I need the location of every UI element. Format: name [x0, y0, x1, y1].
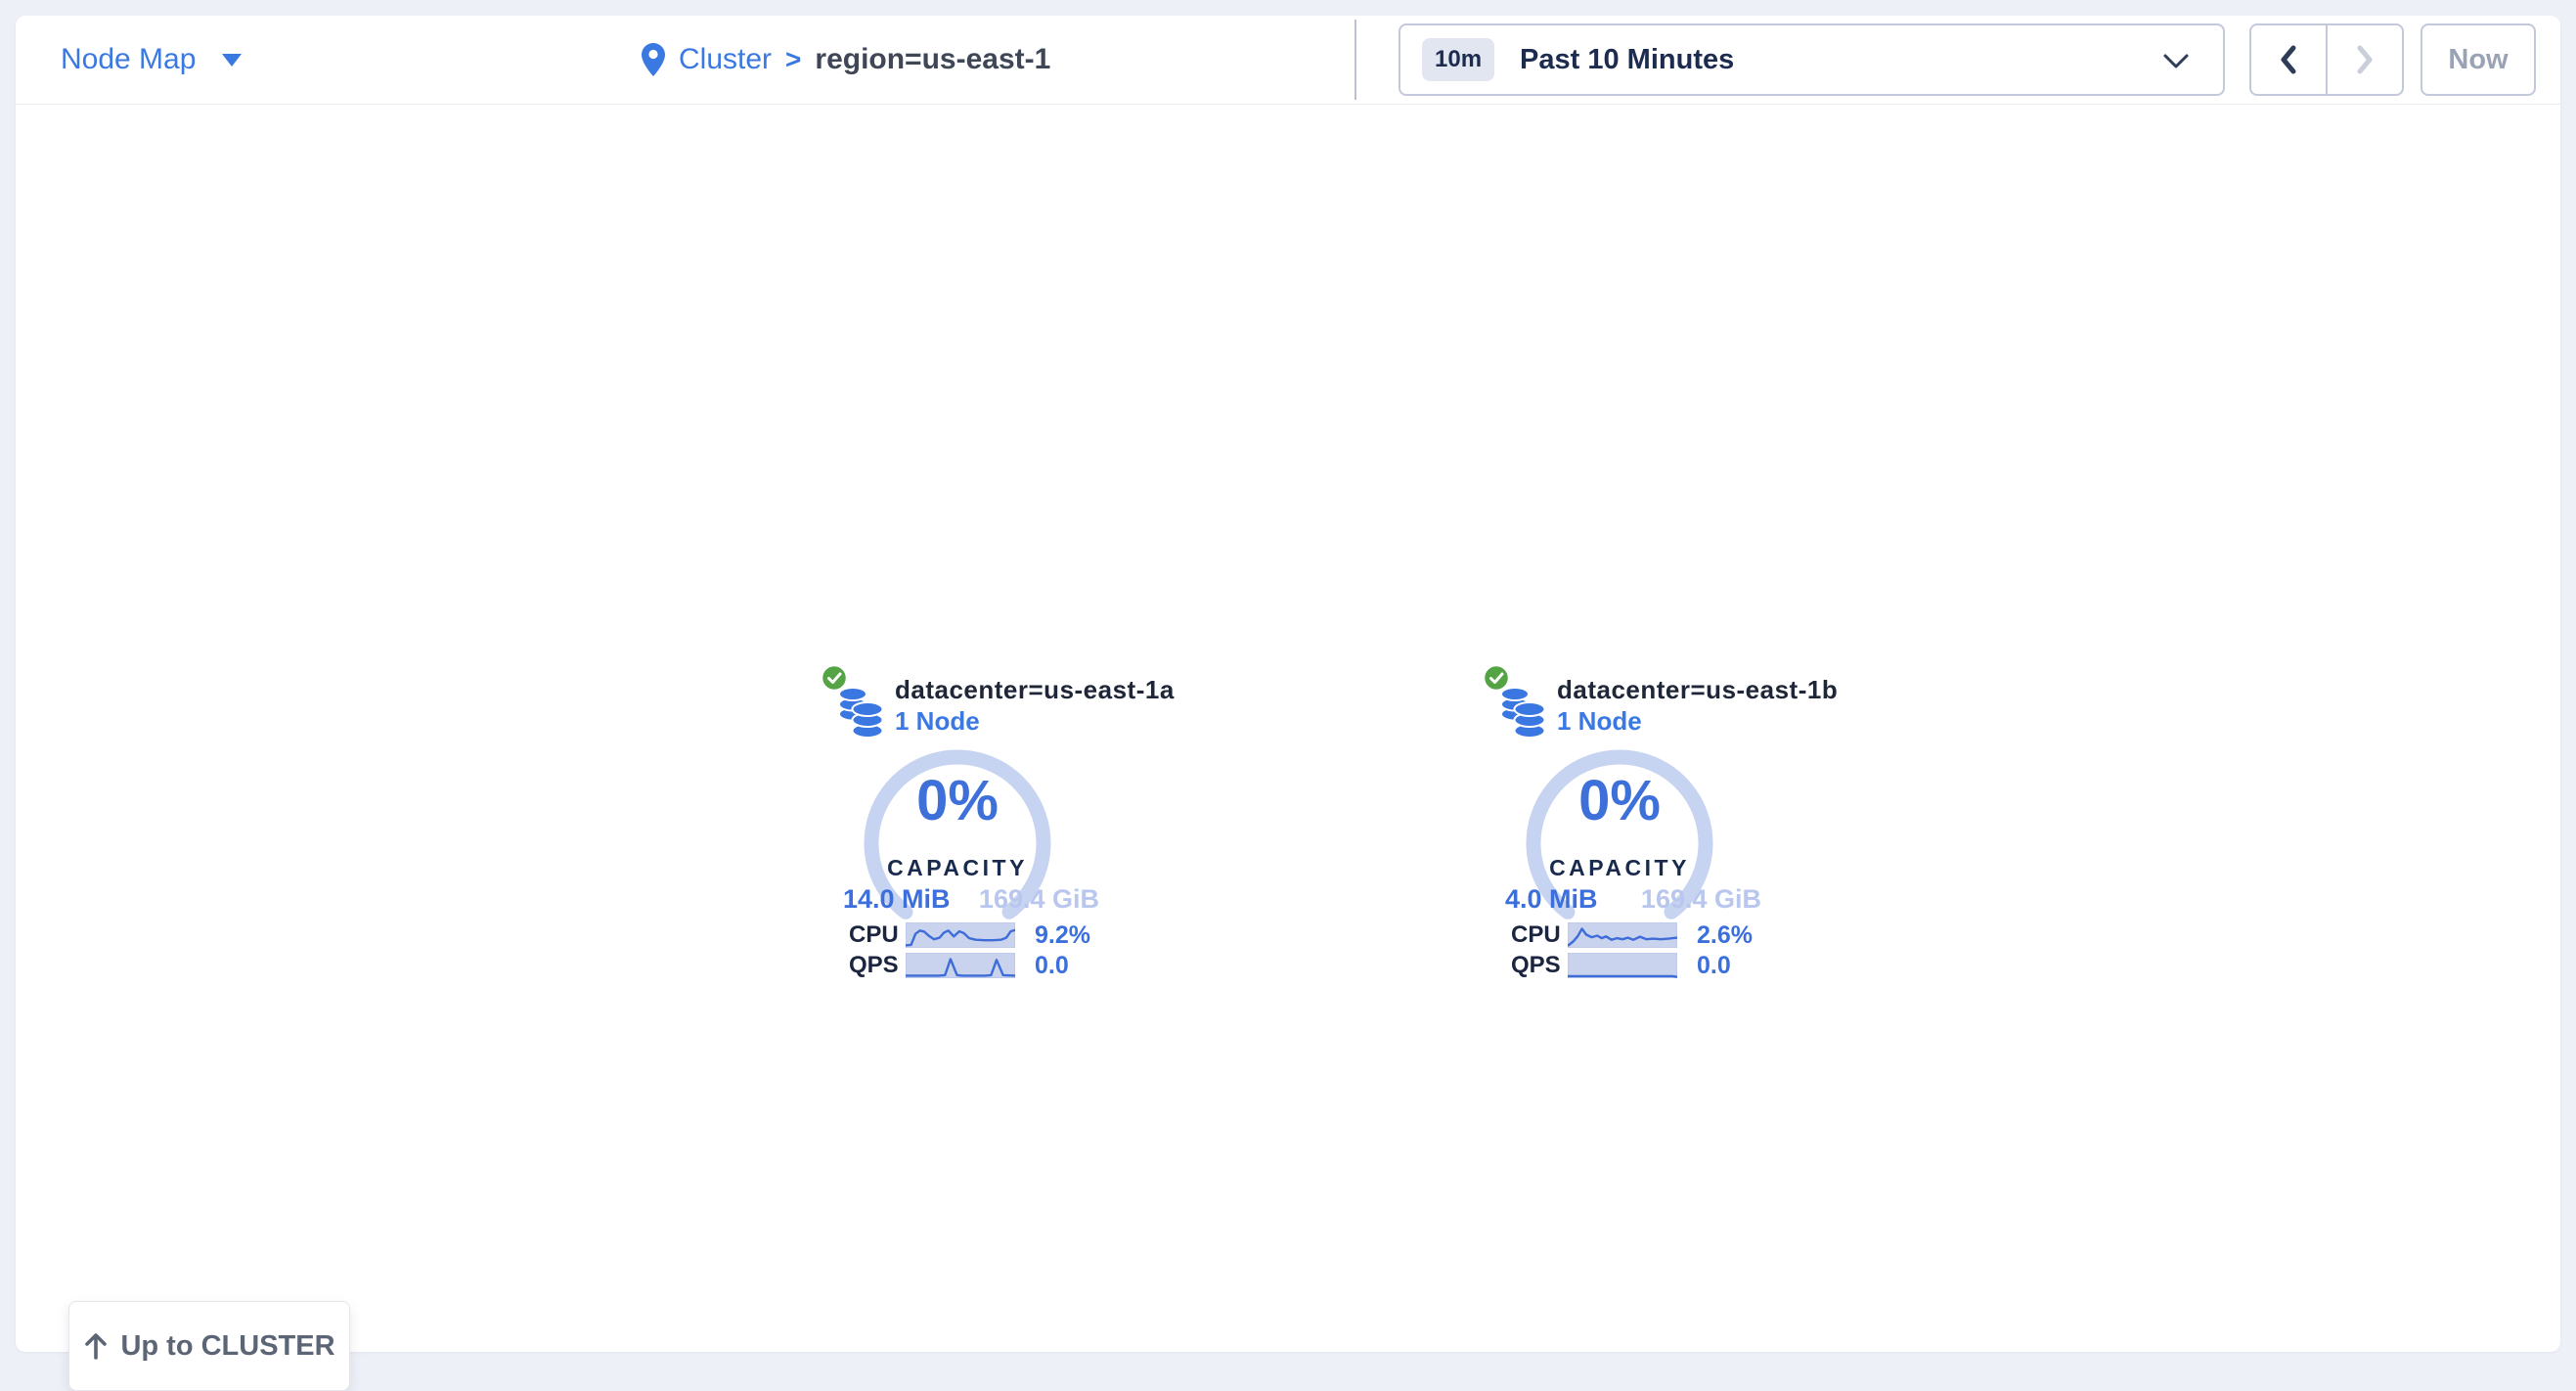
capacity-used: 4.0 MiB	[1505, 884, 1598, 915]
map-area: datacenter=us-east-1a 1 Node 0% CAPACITY…	[16, 106, 2560, 1352]
cpu-label: CPU	[849, 922, 899, 948]
topbar: Node Map Cluster > region=us-east-1 10m …	[16, 16, 2560, 105]
capacity-percent: 0%	[860, 772, 1055, 830]
time-range-label: Past 10 Minutes	[1520, 44, 1734, 76]
cpu-sparkline	[906, 922, 1015, 948]
locality-card-us-east-1b[interactable]: datacenter=us-east-1b 1 Node 0% CAPACITY…	[1482, 663, 1787, 988]
capacity-percent: 0%	[1522, 772, 1717, 830]
qps-label: QPS	[849, 953, 899, 978]
healthy-check-icon	[1482, 663, 1511, 693]
capacity-label: CAPACITY	[1522, 855, 1717, 881]
chevron-right-icon	[2353, 44, 2376, 75]
location-pin-icon	[642, 43, 665, 76]
locality-node-count: 1 Node	[895, 706, 980, 737]
qps-stat-row: QPS 0.0	[1482, 953, 1787, 978]
time-next-button[interactable]	[2326, 25, 2402, 94]
locality-title: datacenter=us-east-1a	[895, 675, 1175, 705]
qps-sparkline	[1568, 953, 1677, 978]
locality-title: datacenter=us-east-1b	[1557, 675, 1838, 705]
cpu-sparkline	[1568, 922, 1677, 948]
breadcrumb-current: region=us-east-1	[815, 43, 1050, 76]
capacity-total: 169.4 GiB	[1641, 884, 1761, 915]
topbar-divider	[1355, 20, 1356, 100]
chevron-left-icon	[2277, 44, 2300, 75]
breadcrumb-cluster-link[interactable]: Cluster	[679, 43, 772, 76]
database-stack-icon	[1499, 685, 1546, 740]
arrow-up-icon	[83, 1332, 109, 1360]
qps-sparkline	[906, 953, 1015, 978]
qps-value: 0.0	[1697, 953, 1731, 978]
database-stack-icon	[837, 685, 884, 740]
time-prev-button[interactable]	[2251, 25, 2326, 94]
cpu-stat-row: CPU 9.2%	[820, 922, 1125, 948]
view-selector-label: Node Map	[61, 43, 196, 76]
content-panel: Node Map Cluster > region=us-east-1 10m …	[16, 16, 2560, 1352]
cpu-stat-row: CPU 2.6%	[1482, 922, 1787, 948]
caret-down-icon	[222, 54, 242, 67]
capacity-values: 4.0 MiB 169.4 GiB	[1505, 884, 1761, 915]
time-range-dropdown[interactable]: 10m Past 10 Minutes	[1399, 23, 2225, 96]
capacity-total: 169.4 GiB	[979, 884, 1099, 915]
up-to-cluster-button[interactable]: Up to CLUSTER	[68, 1301, 350, 1391]
view-selector-dropdown[interactable]: Node Map	[61, 16, 242, 104]
capacity-label: CAPACITY	[860, 855, 1055, 881]
time-range-badge: 10m	[1422, 38, 1494, 81]
capacity-used: 14.0 MiB	[843, 884, 951, 915]
capacity-values: 14.0 MiB 169.4 GiB	[843, 884, 1099, 915]
locality-card-us-east-1a[interactable]: datacenter=us-east-1a 1 Node 0% CAPACITY…	[820, 663, 1125, 988]
qps-stat-row: QPS 0.0	[820, 953, 1125, 978]
time-nav-group	[2249, 23, 2404, 96]
qps-value: 0.0	[1035, 953, 1069, 978]
cpu-label: CPU	[1511, 922, 1561, 948]
chevron-down-icon	[2162, 53, 2190, 70]
up-to-cluster-label: Up to CLUSTER	[120, 1330, 334, 1363]
cpu-value: 9.2%	[1035, 922, 1090, 948]
breadcrumb: Cluster > region=us-east-1	[642, 16, 1050, 104]
now-button[interactable]: Now	[2421, 23, 2536, 96]
breadcrumb-separator: >	[785, 44, 801, 75]
locality-node-count: 1 Node	[1557, 706, 1642, 737]
healthy-check-icon	[820, 663, 849, 693]
qps-label: QPS	[1511, 953, 1561, 978]
cpu-value: 2.6%	[1697, 922, 1753, 948]
